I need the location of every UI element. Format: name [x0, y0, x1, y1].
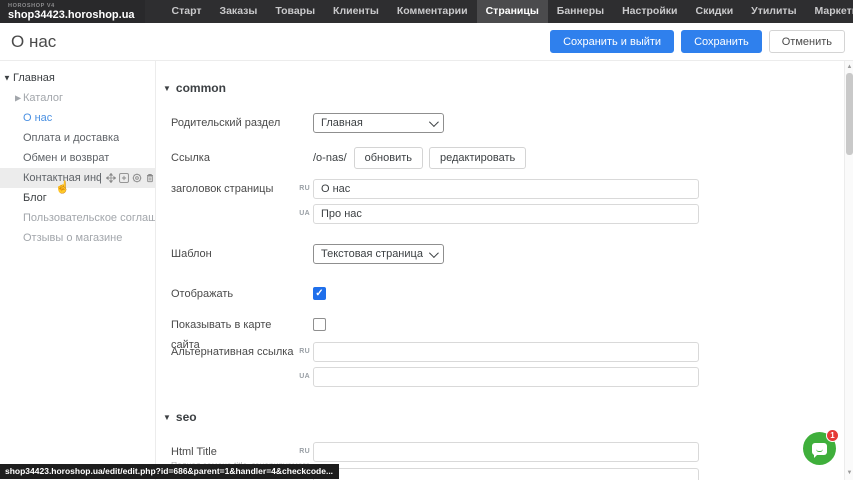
- pages-tree-sidebar: ▼ Главная ▶ Каталог О нас Оплата и доста…: [0, 61, 156, 480]
- field-label: Отображать: [171, 284, 297, 304]
- lang-badge-ua: UA: [297, 204, 313, 224]
- sidebar-item-polzovatelskoe-soglashenie[interactable]: Пользовательское соглашение: [0, 208, 155, 228]
- sidebar-item-otzyvy-o-magazine[interactable]: Отзывы о магазине: [0, 228, 155, 248]
- brand-domain-label: shop34423.horoshop.ua: [8, 9, 135, 21]
- sidebar-item-glavnaya[interactable]: ▼ Главная: [0, 68, 155, 88]
- field-label: заголовок страницы: [171, 179, 297, 199]
- menu-item-marketing[interactable]: Маркетинг: [806, 0, 853, 23]
- settings-gear-icon[interactable]: [132, 173, 142, 183]
- html-title-ru-input[interactable]: [313, 442, 699, 462]
- menu-item-products[interactable]: Товары: [266, 0, 324, 23]
- alt-link-ru-input[interactable]: [313, 342, 699, 362]
- save-and-exit-button[interactable]: Сохранить и выйти: [550, 30, 674, 53]
- header-actions: Сохранить и выйти Сохранить Отменить: [550, 30, 845, 53]
- menu-item-clients[interactable]: Клиенты: [324, 0, 388, 23]
- chat-notification-badge: 1: [826, 429, 839, 442]
- chevron-down-icon[interactable]: ▼: [3, 74, 11, 83]
- menu-item-orders[interactable]: Заказы: [211, 0, 267, 23]
- main-menu: Старт Заказы Товары Клиенты Комментарии …: [163, 0, 853, 23]
- field-row-page-title-ru: заголовок страницы RU: [171, 179, 844, 199]
- menu-item-utilities[interactable]: Утилиты: [742, 0, 805, 23]
- section-header-common[interactable]: ▼ common: [163, 81, 226, 95]
- page-title-ru-input[interactable]: [313, 179, 699, 199]
- menu-item-settings[interactable]: Настройки: [613, 0, 686, 23]
- page-title: О нас: [11, 32, 56, 52]
- field-row-link: Ссылка /o-nas/ обновить редактировать: [171, 147, 844, 169]
- add-page-icon[interactable]: [119, 173, 129, 183]
- lang-badge-ru: RU: [297, 342, 313, 362]
- section-header-seo[interactable]: ▼ seo: [163, 410, 197, 424]
- brand-logo[interactable]: HOROSHOP V4 shop34423.horoshop.ua: [0, 0, 145, 23]
- sidebar-item-blog[interactable]: Блог: [0, 188, 155, 208]
- field-row-template: Шаблон Текстовая страница: [171, 244, 844, 264]
- field-row-alt-link-ru: Альтернативная ссылка RU: [171, 342, 844, 362]
- scroll-down-arrow-icon[interactable]: ▼: [845, 469, 853, 478]
- parent-section-select[interactable]: Главная: [313, 113, 444, 133]
- field-label: Шаблон: [171, 244, 297, 264]
- menu-item-discounts[interactable]: Скидки: [687, 0, 743, 23]
- field-row-alt-link-ua: UA: [171, 367, 844, 387]
- lang-badge-ru: RU: [297, 179, 313, 199]
- sidebar-item-obmen-i-vozvrat[interactable]: Обмен и возврат: [0, 148, 155, 168]
- sidebar-item-katalog[interactable]: ▶ Каталог: [0, 88, 155, 108]
- page-header: О нас Сохранить и выйти Сохранить Отмени…: [0, 23, 853, 61]
- chat-bubble-icon: [812, 443, 827, 455]
- chevron-down-icon: ▼: [163, 84, 171, 93]
- html-title-ua-input[interactable]: [313, 468, 699, 480]
- chevron-down-icon: [429, 248, 439, 258]
- link-status-tooltip: shop34423.horoshop.ua/edit/edit.php?id=6…: [0, 464, 339, 479]
- menu-item-comments[interactable]: Комментарии: [388, 0, 477, 23]
- chevron-down-icon: [429, 117, 439, 127]
- field-row-parent-section: Родительский раздел Главная: [171, 113, 844, 133]
- sidebar-item-kontaktnaya-info[interactable]: Контактная инфор ☝: [0, 168, 155, 188]
- chat-widget-button[interactable]: 1: [803, 432, 836, 465]
- scrollbar-thumb[interactable]: [846, 73, 853, 155]
- app-window: HOROSHOP V4 shop34423.horoshop.ua Старт …: [0, 0, 853, 480]
- chevron-right-icon[interactable]: ▶: [15, 94, 21, 103]
- vertical-scrollbar[interactable]: ▲ ▼: [844, 61, 853, 480]
- menu-item-banners[interactable]: Баннеры: [548, 0, 613, 23]
- field-label: Родительский раздел: [171, 113, 297, 133]
- display-checkbox[interactable]: ✓: [313, 287, 326, 300]
- delete-trash-icon[interactable]: [145, 173, 155, 183]
- page-edit-form: ▼ common Родительский раздел Главная Ссы…: [157, 61, 844, 480]
- menu-item-start[interactable]: Старт: [163, 0, 211, 23]
- field-row-page-title-ua: UA: [171, 204, 844, 224]
- field-label: Альтернативная ссылка: [171, 342, 297, 362]
- field-row-display: Отображать ✓: [171, 284, 844, 304]
- sidebar-item-oplata-i-dostavka[interactable]: Оплата и доставка: [0, 128, 155, 148]
- tree-row-actions: [106, 173, 155, 183]
- lang-badge-ua: UA: [297, 367, 313, 387]
- field-label: Ссылка: [171, 147, 297, 169]
- link-value: /o-nas/: [313, 147, 347, 169]
- move-icon[interactable]: [106, 173, 116, 183]
- update-link-button[interactable]: обновить: [354, 147, 423, 169]
- page-title-ua-input[interactable]: [313, 204, 699, 224]
- save-button[interactable]: Сохранить: [681, 30, 762, 53]
- chevron-down-icon: ▼: [163, 413, 171, 422]
- top-navigation-bar: HOROSHOP V4 shop34423.horoshop.ua Старт …: [0, 0, 853, 23]
- sidebar-item-o-nas[interactable]: О нас: [0, 108, 155, 128]
- cancel-button[interactable]: Отменить: [769, 30, 845, 53]
- alt-link-ua-input[interactable]: [313, 367, 699, 387]
- sitemap-checkbox[interactable]: [313, 318, 326, 331]
- scroll-up-arrow-icon[interactable]: ▲: [845, 63, 853, 72]
- edit-link-button[interactable]: редактировать: [429, 147, 526, 169]
- lang-badge-ru: RU: [297, 442, 313, 462]
- template-select[interactable]: Текстовая страница: [313, 244, 444, 264]
- menu-item-pages[interactable]: Страницы: [477, 0, 548, 23]
